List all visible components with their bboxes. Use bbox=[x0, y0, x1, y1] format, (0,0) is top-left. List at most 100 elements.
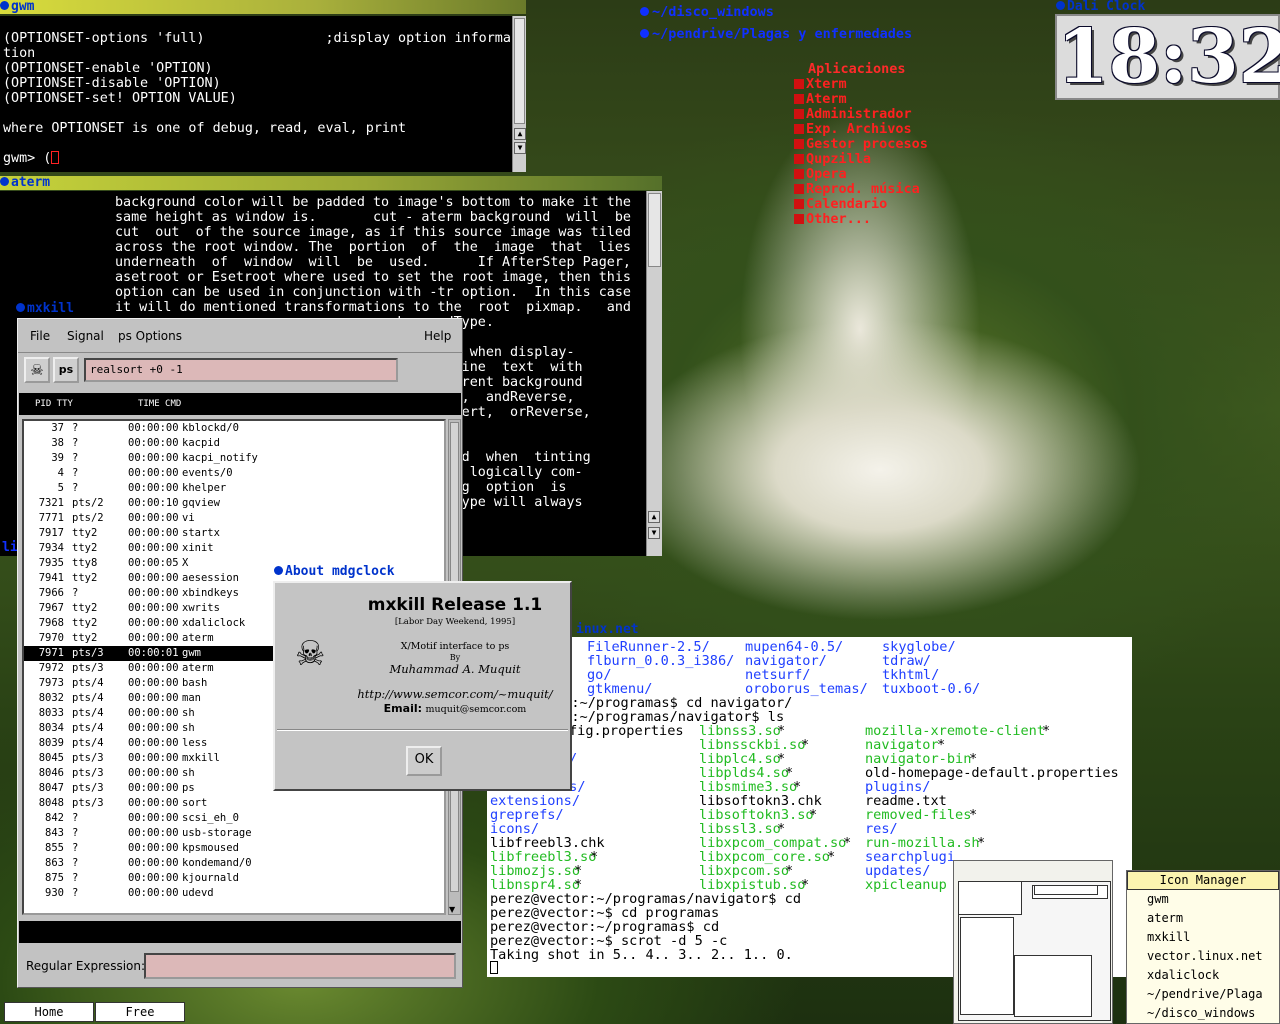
terminal-line: across the root window. The portion of t… bbox=[115, 240, 631, 255]
divider bbox=[277, 729, 568, 731]
menu-item[interactable]: Reprod. música bbox=[794, 182, 928, 197]
process-pid: 7941 bbox=[38, 572, 64, 584]
mxkill-window-title[interactable]: mxkill bbox=[16, 302, 126, 316]
process-row[interactable]: 7321 pts/2 00:00:10 gqview bbox=[24, 496, 444, 511]
about-author: Muhammad A. Muquit bbox=[389, 662, 521, 676]
menu-item[interactable]: Administrador bbox=[794, 107, 928, 122]
process-row[interactable]: 7917 tty2 00:00:00 startx bbox=[24, 526, 444, 541]
scroll-up-arrow-icon[interactable]: ▲ bbox=[648, 511, 660, 523]
process-time: 00:00:00 bbox=[128, 422, 179, 434]
free-button[interactable]: Free bbox=[95, 1002, 185, 1022]
kill-button[interactable]: ☠ bbox=[24, 357, 50, 383]
about-window-title[interactable]: About mdgclock bbox=[274, 565, 414, 579]
icon-manager-item[interactable]: mxkill bbox=[1127, 928, 1279, 947]
desktop-icon-pendrive[interactable]: ~/pendrive/Plagas y enfermedades bbox=[640, 26, 912, 42]
about-url[interactable]: http://www.semcor.com/~muquit/ bbox=[345, 687, 565, 701]
process-cmd: vi bbox=[182, 512, 195, 524]
terminal-text: navigator bbox=[865, 737, 939, 753]
menu-item-label: Gestor procesos bbox=[806, 136, 928, 152]
icon-manager-item[interactable]: xdaliclock bbox=[1127, 966, 1279, 985]
icon-manager-item[interactable]: ~/disco_windows bbox=[1127, 1004, 1279, 1023]
process-row[interactable]: 875? 00:00:00 kjournald bbox=[24, 871, 444, 886]
terminal-text: mupen64-0.5/ bbox=[745, 639, 844, 655]
scroll-up-arrow-icon[interactable]: ▲ bbox=[514, 128, 526, 140]
process-row[interactable]: 863? 00:00:00 kondemand/0 bbox=[24, 856, 444, 871]
menu-bullet-icon bbox=[794, 139, 804, 149]
sort-command-input[interactable]: realsort +0 -1 bbox=[84, 358, 398, 382]
regex-input[interactable] bbox=[144, 953, 456, 979]
terminal-text: updates/ bbox=[865, 863, 931, 879]
scroll-thumb[interactable] bbox=[648, 193, 661, 267]
menu-item[interactable]: Exp. Archivos bbox=[794, 122, 928, 137]
menu-item[interactable]: Xterm bbox=[794, 77, 928, 92]
process-pid: 39 bbox=[51, 452, 64, 464]
menu-item[interactable]: Qupzilla bbox=[794, 152, 928, 167]
process-time: 00:00:00 bbox=[128, 782, 179, 794]
process-row[interactable]: 855? 00:00:00 kpsmoused bbox=[24, 841, 444, 856]
menu-help[interactable]: Help bbox=[424, 329, 451, 343]
terminal-line: same height as window is. cut - aterm ba… bbox=[115, 210, 631, 225]
desktop-pager[interactable] bbox=[953, 860, 1113, 1024]
icon-manager-item[interactable]: gwm bbox=[1127, 890, 1279, 909]
terminal-text: FileRunner-2.5/ bbox=[587, 639, 710, 655]
process-row[interactable]: 37? 00:00:00 kblockd/0 bbox=[24, 421, 444, 436]
scroll-down-arrow-icon[interactable]: ▼ bbox=[514, 142, 526, 154]
process-row[interactable]: 38? 00:00:00 kacpid bbox=[24, 436, 444, 451]
process-row[interactable]: 843? 00:00:00 usb-storage bbox=[24, 826, 444, 841]
menu-signal[interactable]: Signal bbox=[67, 329, 104, 343]
menu-item-label: Xterm bbox=[806, 76, 847, 92]
process-tty: pts/3 bbox=[72, 752, 104, 764]
menu-item-label: Administrador bbox=[806, 106, 912, 122]
icon-manager-item[interactable]: ~/pendrive/Plaga bbox=[1127, 985, 1279, 1004]
menu-file[interactable]: File bbox=[30, 329, 50, 343]
icon-manager-item[interactable]: vector.linux.net bbox=[1127, 947, 1279, 966]
clock-window-title[interactable]: Dali Clock bbox=[1056, 0, 1166, 14]
process-row[interactable]: 842? 00:00:00 scsi_eh_0 bbox=[24, 811, 444, 826]
terminal-text: * bbox=[843, 835, 852, 851]
process-tty: tty2 bbox=[72, 617, 98, 629]
terminal-text: tkhtml/ bbox=[882, 667, 940, 683]
aterm-window-title[interactable]: aterm bbox=[0, 176, 662, 190]
process-cmd: kacpi_notify bbox=[182, 452, 258, 464]
xterm-window-title[interactable]: inux.net bbox=[576, 623, 686, 637]
process-cmd: bash bbox=[182, 677, 208, 689]
process-row[interactable]: 5? 00:00:00 khelper bbox=[24, 481, 444, 496]
terminal-text: * bbox=[777, 723, 786, 739]
pager-window[interactable] bbox=[960, 917, 1014, 1015]
about-by: By bbox=[449, 653, 461, 662]
process-row[interactable]: 4? 00:00:00 events/0 bbox=[24, 466, 444, 481]
terminal-text: mozilla-xremote-client bbox=[865, 723, 1046, 739]
ps-button[interactable]: ps bbox=[53, 357, 79, 383]
scroll-down-arrow-icon[interactable]: ▼ bbox=[449, 905, 455, 914]
menu-item[interactable]: Other... bbox=[794, 212, 928, 227]
icon-manager-item[interactable]: aterm bbox=[1127, 909, 1279, 928]
menu-item[interactable]: Opera bbox=[794, 167, 928, 182]
process-row[interactable]: 8048 pts/3 00:00:00 sort bbox=[24, 796, 444, 811]
process-pid: 855 bbox=[45, 842, 64, 854]
terminal-text: libxpistub.so bbox=[699, 877, 806, 893]
skull-icon: ☠ bbox=[295, 634, 326, 674]
pager-window[interactable] bbox=[1034, 885, 1098, 895]
home-button[interactable]: Home bbox=[4, 1002, 94, 1022]
process-time: 00:00:00 bbox=[128, 617, 179, 629]
menu-item[interactable]: Aterm bbox=[794, 92, 928, 107]
menu-ps-options[interactable]: ps Options bbox=[118, 329, 182, 343]
aterm-scrollbar[interactable]: ▲ ▼ bbox=[646, 191, 662, 556]
scroll-thumb[interactable] bbox=[514, 18, 525, 124]
menu-item[interactable]: Calendario bbox=[794, 197, 928, 212]
menu-item[interactable]: Gestor procesos bbox=[794, 137, 928, 152]
process-row[interactable]: 7934 tty2 00:00:00 xinit bbox=[24, 541, 444, 556]
terminal-line: (OPTIONSET-enable 'OPTION) bbox=[3, 61, 213, 76]
desktop-icon-label: ~/disco_windows bbox=[652, 4, 774, 20]
scroll-down-arrow-icon[interactable]: ▼ bbox=[648, 527, 660, 539]
process-row[interactable]: 930? 00:00:00 udevd bbox=[24, 886, 444, 901]
pager-window[interactable] bbox=[958, 881, 1022, 915]
gwm-scrollbar[interactable]: ▲ ▼ bbox=[512, 16, 526, 172]
pager-window[interactable] bbox=[1014, 955, 1092, 1017]
process-row[interactable]: 39? 00:00:00 kacpi_notify bbox=[24, 451, 444, 466]
gwm-window-title[interactable]: gwm bbox=[0, 0, 526, 14]
desktop-icon-disco-windows[interactable]: ~/disco_windows bbox=[640, 4, 774, 20]
ok-button[interactable]: OK bbox=[406, 746, 442, 776]
gwm-terminal[interactable]: (OPTIONSET-options 'full) ;display optio… bbox=[0, 16, 526, 172]
process-row[interactable]: 7771 pts/2 00:00:00 vi bbox=[24, 511, 444, 526]
